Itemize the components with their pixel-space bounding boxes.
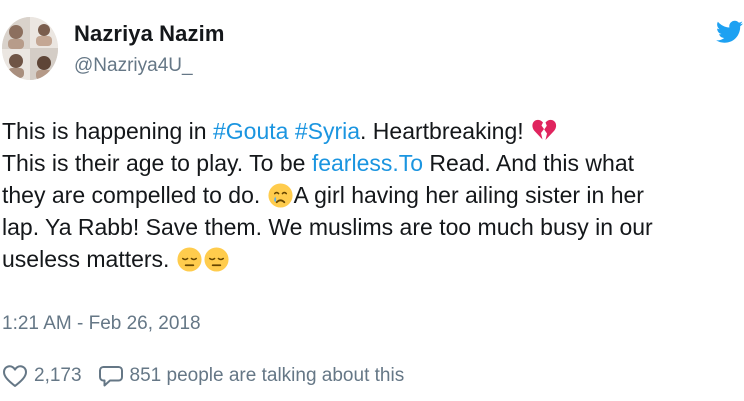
like-button[interactable]: 2,173: [2, 364, 82, 388]
link-fearless[interactable]: fearless.To: [312, 150, 423, 176]
display-name[interactable]: Nazriya Nazim: [74, 21, 224, 47]
pensive-face-emoji: [176, 246, 203, 273]
hashtag-gouta[interactable]: #Gouta: [213, 118, 288, 144]
conversation-button[interactable]: 851 people are talking about this: [98, 364, 405, 388]
tweet-timestamp[interactable]: 1:21 AM - Feb 26, 2018: [2, 313, 201, 335]
text-segment: This is their age to play. To be: [2, 150, 312, 176]
speech-bubble-icon: [98, 364, 124, 388]
talking-count: 851 people are talking about this: [129, 365, 405, 386]
tweet-card: Nazriya Nazim @Nazriya4U_ This is happen…: [0, 0, 744, 401]
tweet-line: This is happening in #Gouta #Syria. Hear…: [2, 115, 742, 147]
pensive-face-emoji: [203, 246, 230, 273]
tweet-line: useless matters.: [2, 243, 742, 275]
text-segment: useless matters.: [2, 246, 176, 272]
text-segment: . Heartbreaking!: [360, 118, 531, 144]
avatar[interactable]: [2, 17, 58, 80]
heart-outline-icon: [2, 364, 28, 388]
hashtag-syria[interactable]: #Syria: [295, 118, 360, 144]
broken-heart-emoji: [530, 117, 558, 145]
text-segment: This is happening in: [2, 118, 213, 144]
twitter-bird-icon[interactable]: [716, 20, 743, 44]
text-segment: Read. And this what: [423, 150, 635, 176]
tweet-line: lap. Ya Rabb! Save them. We muslims are …: [2, 214, 653, 240]
tweet-text: This is happening in #Gouta #Syria. Hear…: [2, 115, 742, 275]
text-segment: A girl having her ailing sister in her: [293, 182, 644, 208]
tweet-actions: 2,173 851 people are talking about this: [2, 362, 404, 390]
like-count: 2,173: [34, 365, 82, 386]
tweet-line: This is their age to play. To be fearles…: [2, 147, 742, 179]
text-segment: they are compelled to do.: [2, 182, 267, 208]
crying-face-emoji: [267, 182, 294, 209]
tweet-line: they are compelled to do. A girl having …: [2, 179, 742, 211]
user-handle[interactable]: @Nazriya4U_: [74, 55, 193, 77]
